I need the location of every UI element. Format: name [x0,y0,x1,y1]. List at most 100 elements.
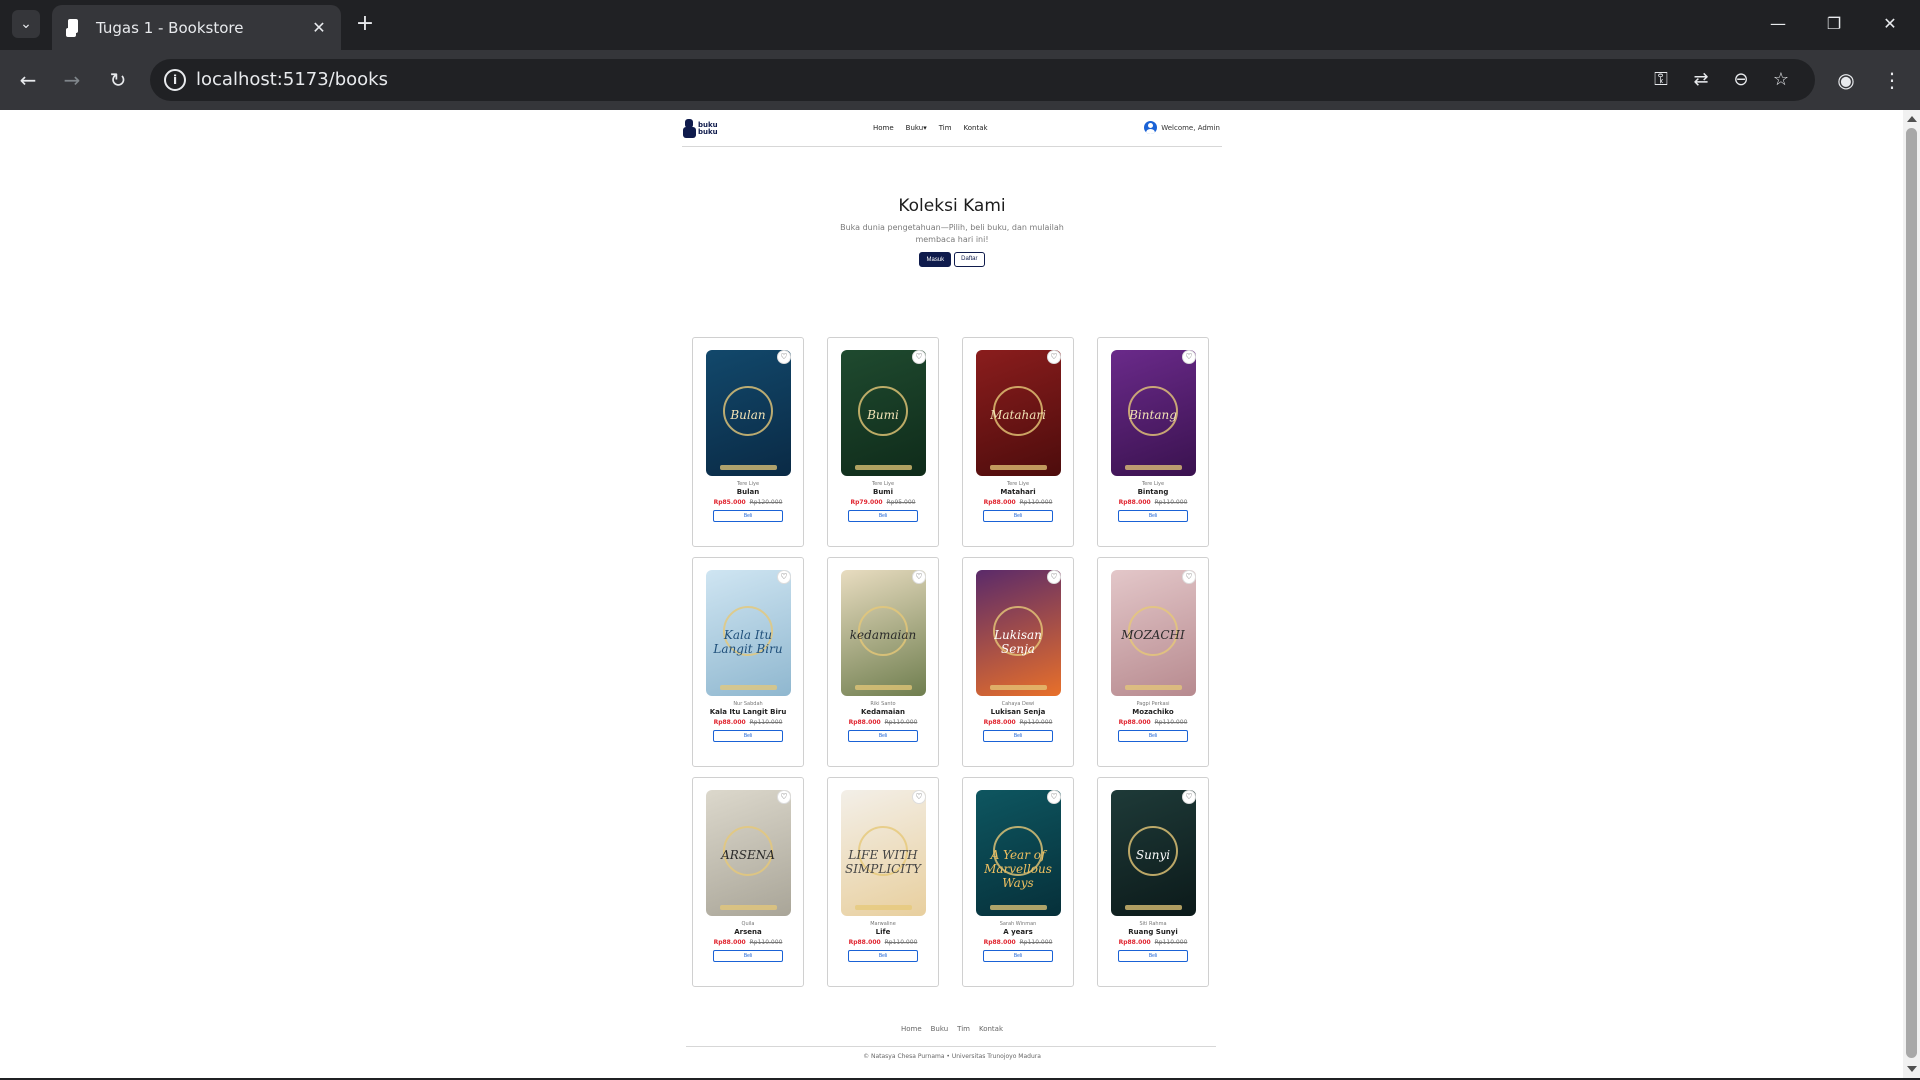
favorite-heart-icon[interactable]: ♡ [777,790,791,804]
book-card[interactable]: Matahari ♡ Tere Liye Matahari Rp88.000 R… [962,337,1074,547]
book-cover[interactable]: Bulan [705,350,791,476]
footer-link-kontak[interactable]: Kontak [979,1025,1003,1033]
scroll-up-arrow-icon[interactable] [1907,116,1917,122]
register-button[interactable]: Daftar [954,252,985,267]
favorite-heart-icon[interactable]: ♡ [912,570,926,584]
book-cover[interactable]: A Year of Marvellous Ways [975,790,1061,916]
book-cover[interactable]: LIFE WITH SIMPLICITY [840,790,926,916]
url-text[interactable]: localhost:5173/books [196,69,388,90]
nav-tim[interactable]: Tim [939,124,952,132]
bookmark-star-icon[interactable]: ☆ [1769,68,1793,92]
cover-band [1124,465,1182,470]
buy-button[interactable]: Beli [1118,950,1188,962]
book-card[interactable]: LIFE WITH SIMPLICITY ♡ Marwaline Life Rp… [827,777,939,987]
logo-text: buku buku [698,120,718,136]
book-cover[interactable]: Sunyi [1110,790,1196,916]
page-scrollbar[interactable] [1903,110,1920,1078]
nav-home[interactable]: Home [873,124,894,132]
book-cover[interactable]: Lukisan Senja [975,570,1061,696]
book-old-price: Rp110.000 [749,719,783,726]
forward-arrow-icon[interactable]: → [58,66,86,94]
cover-title-text: kedamaian [849,627,917,642]
favorite-heart-icon[interactable]: ♡ [1047,790,1061,804]
book-prices: Rp88.000 Rp110.000 [1110,499,1196,506]
buy-button[interactable]: Beli [713,950,783,962]
profile-icon[interactable]: ◉ [1832,66,1860,94]
book-title: Mozachiko [1132,708,1174,716]
scroll-thumb[interactable] [1906,128,1917,1058]
book-card[interactable]: Kala Itu Langit Biru ♡ Nur Sabdah Kala I… [692,557,804,767]
nav-kontak[interactable]: Kontak [964,124,988,132]
footer-link-buku[interactable]: Buku [931,1025,949,1033]
book-card[interactable]: Lukisan Senja ♡ Cahaya Dewi Lukisan Senj… [962,557,1074,767]
buy-button[interactable]: Beli [848,950,918,962]
book-cover[interactable]: Kala Itu Langit Biru [705,570,791,696]
page-title: Koleksi Kami [898,196,1006,216]
book-author: Sarah Winman [999,921,1037,927]
window-close-icon[interactable]: ✕ [1878,12,1902,36]
favorite-heart-icon[interactable]: ♡ [1047,350,1061,364]
book-cover[interactable]: Bumi [840,350,926,476]
buy-button[interactable]: Beli [1118,730,1188,742]
cover-title-text: Kala Itu Langit Biru [713,627,783,656]
scroll-down-arrow-icon[interactable] [1907,1066,1917,1072]
password-key-icon[interactable]: ⚿ [1649,68,1673,92]
favorite-heart-icon[interactable]: ♡ [1182,570,1196,584]
reload-icon[interactable]: ↻ [104,66,132,94]
book-cover[interactable]: MOZACHI [1110,570,1196,696]
book-cover[interactable]: kedamaian [840,570,926,696]
book-card[interactable]: MOZACHI ♡ Pagpi Perkasi Mozachiko Rp88.0… [1097,557,1209,767]
footer-link-home[interactable]: Home [901,1025,922,1033]
book-author: Tere Liye [1006,481,1030,487]
book-price: Rp88.000 [1118,499,1151,506]
login-button[interactable]: Masuk [919,252,952,267]
site-logo[interactable]: buku buku [683,119,722,138]
address-bar[interactable]: i localhost:5173/books ⚿ ⇄ ⊖ ☆ [150,59,1815,101]
book-price: Rp88.000 [1118,939,1151,946]
favorite-heart-icon[interactable]: ♡ [1182,350,1196,364]
favorite-heart-icon[interactable]: ♡ [1047,570,1061,584]
site-info-icon[interactable]: i [164,69,186,91]
book-cover[interactable]: ARSENA [705,790,791,916]
new-tab-plus-icon[interactable]: + [353,12,377,36]
footer-link-tim[interactable]: Tim [957,1025,970,1033]
buy-button[interactable]: Beli [713,510,783,522]
favorite-heart-icon[interactable]: ♡ [777,350,791,364]
book-card[interactable]: Bulan ♡ Tere Liye Bulan Rp85.000 Rp120.0… [692,337,804,547]
back-arrow-icon[interactable]: ← [14,66,42,94]
favorite-heart-icon[interactable]: ♡ [912,790,926,804]
buy-button[interactable]: Beli [1118,510,1188,522]
book-card[interactable]: kedamaian ♡ Riki Santo Kedamaian Rp88.00… [827,557,939,767]
favorite-heart-icon[interactable]: ♡ [777,570,791,584]
book-prices: Rp88.000 Rp110.000 [840,719,926,726]
minimize-icon[interactable]: — [1766,12,1790,36]
book-cover[interactable]: Matahari [975,350,1061,476]
book-cover[interactable]: Bintang [1110,350,1196,476]
translate-icon[interactable]: ⇄ [1689,68,1713,92]
tab-search-chevron-icon[interactable]: ⌄ [12,10,40,38]
tab-close-icon[interactable]: ✕ [309,18,329,37]
buy-button[interactable]: Beli [713,730,783,742]
user-menu[interactable]: Welcome, Admin [1144,121,1220,134]
book-card[interactable]: ARSENA ♡ Quila Arsena Rp88.000 Rp110.000… [692,777,804,987]
zoom-out-icon[interactable]: ⊖ [1729,68,1753,92]
book-card[interactable]: A Year of Marvellous Ways ♡ Sarah Winman… [962,777,1074,987]
buy-button[interactable]: Beli [848,510,918,522]
book-card[interactable]: Bintang ♡ Tere Liye Bintang Rp88.000 Rp1… [1097,337,1209,547]
buy-button[interactable]: Beli [983,950,1053,962]
favorite-heart-icon[interactable]: ♡ [912,350,926,364]
book-author: Cahaya Dewi [1001,701,1035,707]
buy-button[interactable]: Beli [983,510,1053,522]
book-prices: Rp88.000 Rp110.000 [705,719,791,726]
book-card[interactable]: Sunyi ♡ Siti Rahma Ruang Sunyi Rp88.000 … [1097,777,1209,987]
more-menu-icon[interactable]: ⋮ [1878,66,1906,94]
book-price: Rp79.000 [850,499,883,506]
book-card[interactable]: Bumi ♡ Tere Liye Bumi Rp79.000 Rp95.000 … [827,337,939,547]
browser-tab[interactable]: Tugas 1 - Bookstore ✕ [52,5,341,50]
favorite-heart-icon[interactable]: ♡ [1182,790,1196,804]
nav-buku-dropdown[interactable]: Buku▾ [906,124,927,132]
buy-button[interactable]: Beli [983,730,1053,742]
restore-icon[interactable]: ❐ [1822,12,1846,36]
cover-band [719,465,777,470]
buy-button[interactable]: Beli [848,730,918,742]
